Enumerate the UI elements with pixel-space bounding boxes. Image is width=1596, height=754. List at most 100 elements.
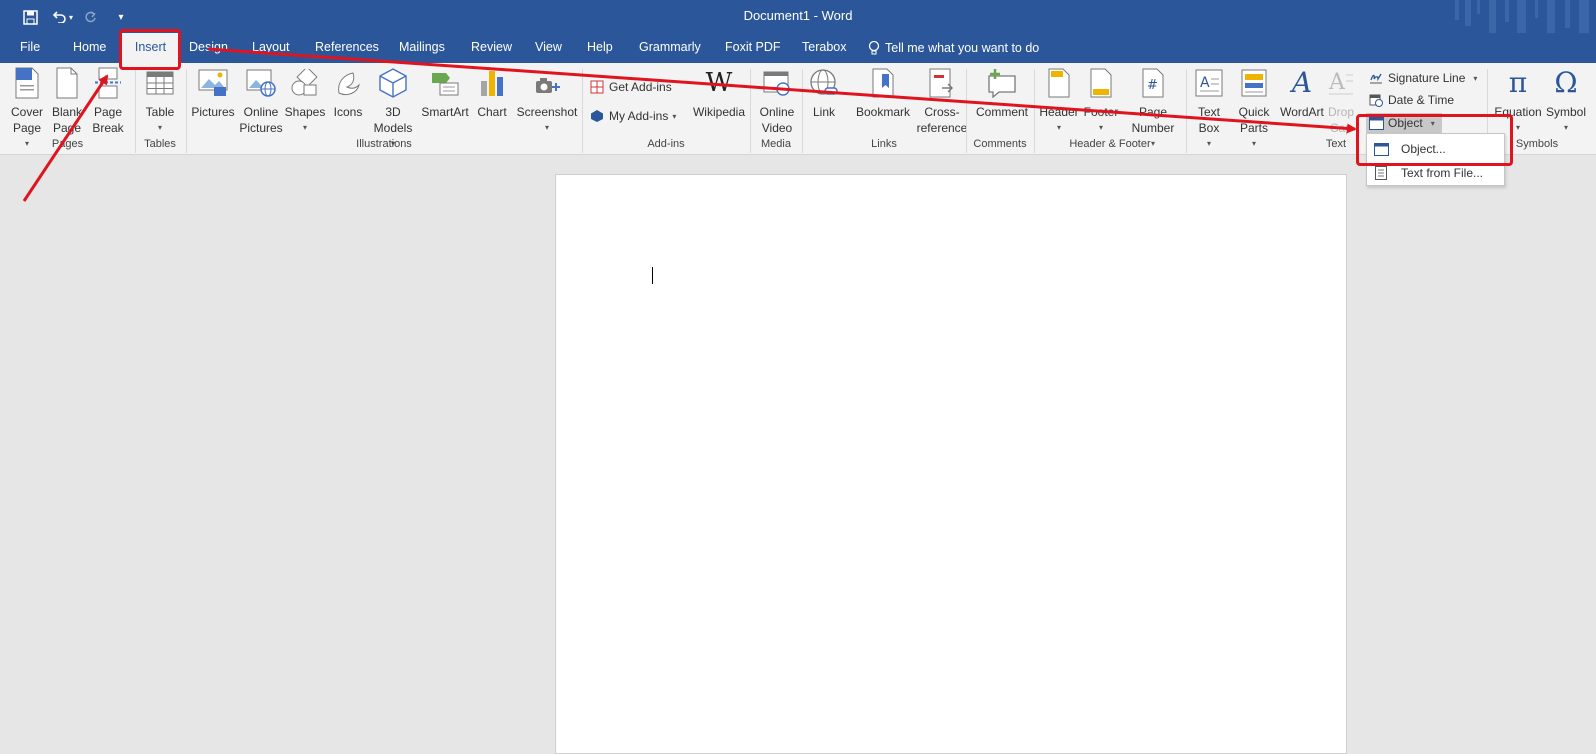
signature-icon xyxy=(1368,70,1384,86)
page-break-label-2: Break xyxy=(92,121,124,135)
document-page[interactable] xyxy=(555,174,1347,754)
page-number-icon: # xyxy=(1137,67,1169,99)
calendar-clock-icon xyxy=(1368,92,1384,108)
text-box-label-2: Box xyxy=(1198,121,1220,135)
footer-button[interactable]: Footer ▾ xyxy=(1076,67,1126,136)
comment-button[interactable]: Comment xyxy=(970,67,1034,120)
page-break-label-1: Page xyxy=(93,105,123,119)
page-number-label-1: Page xyxy=(1138,105,1168,119)
group-label-header-footer: Header & Footer xyxy=(1069,138,1151,150)
tab-home[interactable]: Home xyxy=(73,33,106,63)
svg-text:A: A xyxy=(1200,75,1210,91)
3d-models-label-2: Models xyxy=(373,121,413,135)
group-label-tables: Tables xyxy=(144,138,176,150)
globe-link-icon xyxy=(808,67,840,99)
blank-page-icon xyxy=(51,67,83,99)
tab-review[interactable]: Review xyxy=(471,33,512,63)
group-label-add-ins: Add-ins xyxy=(647,138,685,150)
smartart-icon xyxy=(429,67,461,99)
tab-file[interactable]: File xyxy=(20,33,40,63)
title-bar: ▾ ▾ Document1 - Word xyxy=(0,0,1596,33)
tell-me-search[interactable]: Tell me what you want to do xyxy=(868,33,1039,63)
wikipedia-button[interactable]: W Wikipedia xyxy=(691,67,747,120)
tab-help[interactable]: Help xyxy=(587,33,613,63)
cross-reference-label-2: reference xyxy=(916,121,968,135)
highlight-box-insert-tab xyxy=(119,29,181,70)
table-button[interactable]: Table ▾ xyxy=(133,67,187,136)
bookmark-label: Bookmark xyxy=(855,105,911,119)
wordart-icon: A xyxy=(1291,66,1313,99)
pictures-icon xyxy=(197,67,229,99)
get-add-ins-label: Get Add-ins xyxy=(609,80,672,94)
comment-icon xyxy=(986,67,1018,99)
header-icon xyxy=(1043,67,1075,99)
chart-label: Chart xyxy=(477,105,507,119)
cross-reference-icon xyxy=(926,67,958,99)
date-time-label: Date & Time xyxy=(1388,93,1455,107)
title-bar-decoration xyxy=(1455,0,1589,33)
ribbon-tab-bar: File Home Insert Design Layout Reference… xyxy=(0,33,1596,63)
tab-terabox[interactable]: Terabox xyxy=(802,33,846,63)
chart-icon xyxy=(476,67,508,99)
online-pictures-icon xyxy=(245,67,277,99)
chart-button[interactable]: Chart xyxy=(465,67,519,120)
bookmark-button[interactable]: Bookmark xyxy=(851,67,915,120)
document-workspace[interactable] xyxy=(0,156,1596,754)
page-number-label-2: Number xyxy=(1131,121,1175,135)
table-label: Table xyxy=(145,105,175,119)
cross-reference-button[interactable]: Cross- reference xyxy=(912,67,972,136)
lightbulb-icon xyxy=(868,40,880,55)
tab-references[interactable]: References xyxy=(315,33,379,63)
tab-grammarly[interactable]: Grammarly xyxy=(639,33,701,63)
cross-reference-label-1: Cross- xyxy=(924,105,960,119)
group-label-illustrations: Illustrations xyxy=(356,138,412,150)
wikipedia-label: Wikipedia xyxy=(692,105,746,119)
my-add-ins-label: My Add-ins xyxy=(609,109,669,123)
tab-layout[interactable]: Layout xyxy=(252,33,290,63)
symbol-label: Symbol xyxy=(1545,105,1586,119)
page-break-icon xyxy=(92,67,124,99)
cover-page-icon xyxy=(11,67,43,99)
symbol-button[interactable]: Ω Symbol ▾ xyxy=(1538,67,1594,136)
get-add-ins-button[interactable]: Get Add-ins xyxy=(589,77,672,97)
icons-icon xyxy=(332,67,364,99)
tab-design[interactable]: Design xyxy=(189,33,228,63)
online-video-label-1: Online xyxy=(759,105,795,119)
signature-line-label: Signature Line xyxy=(1388,71,1466,85)
window-title: Document1 - Word xyxy=(743,8,853,23)
text-box-label-1: Text xyxy=(1197,105,1220,119)
signature-line-button[interactable]: Signature Line ▾ xyxy=(1368,68,1477,88)
pictures-label: Pictures xyxy=(191,105,235,119)
date-time-button[interactable]: Date & Time xyxy=(1368,90,1454,110)
tab-view[interactable]: View xyxy=(535,33,562,63)
link-label: Link xyxy=(812,105,835,119)
screenshot-label: Screenshot xyxy=(516,105,578,119)
highlight-box-object xyxy=(1356,114,1513,166)
svg-text:#: # xyxy=(1147,78,1158,93)
footer-label: Footer xyxy=(1083,105,1119,119)
quick-parts-icon xyxy=(1238,67,1270,99)
svg-text:A: A xyxy=(1328,70,1346,95)
camera-icon xyxy=(531,67,563,99)
tab-foxit-pdf[interactable]: Foxit PDF xyxy=(725,33,781,63)
link-button[interactable]: Link xyxy=(801,67,847,120)
pictures-button[interactable]: Pictures xyxy=(186,67,240,120)
drop-cap-icon: A xyxy=(1325,67,1357,99)
group-label-links: Links xyxy=(871,138,897,150)
screenshot-button[interactable]: Screenshot ▾ xyxy=(515,67,579,136)
comment-label: Comment xyxy=(975,105,1028,119)
smartart-button[interactable]: SmartArt xyxy=(418,67,472,120)
tab-mailings[interactable]: Mailings xyxy=(399,33,445,63)
text-cursor xyxy=(652,267,653,284)
quick-parts-label-1: Quick xyxy=(1238,105,1270,119)
my-add-ins-button[interactable]: My Add-ins ▾ xyxy=(589,106,676,126)
online-video-icon xyxy=(761,67,793,99)
table-icon xyxy=(144,67,176,99)
shapes-icon xyxy=(289,67,321,99)
tell-me-text: Tell me what you want to do xyxy=(885,40,1040,55)
pi-icon: π xyxy=(1508,66,1528,99)
page-break-button[interactable]: Page Break xyxy=(81,67,135,136)
quick-parts-label-2: Parts xyxy=(1239,121,1268,135)
online-video-button[interactable]: Online Video xyxy=(750,67,804,136)
text-box-icon: A xyxy=(1193,67,1225,99)
